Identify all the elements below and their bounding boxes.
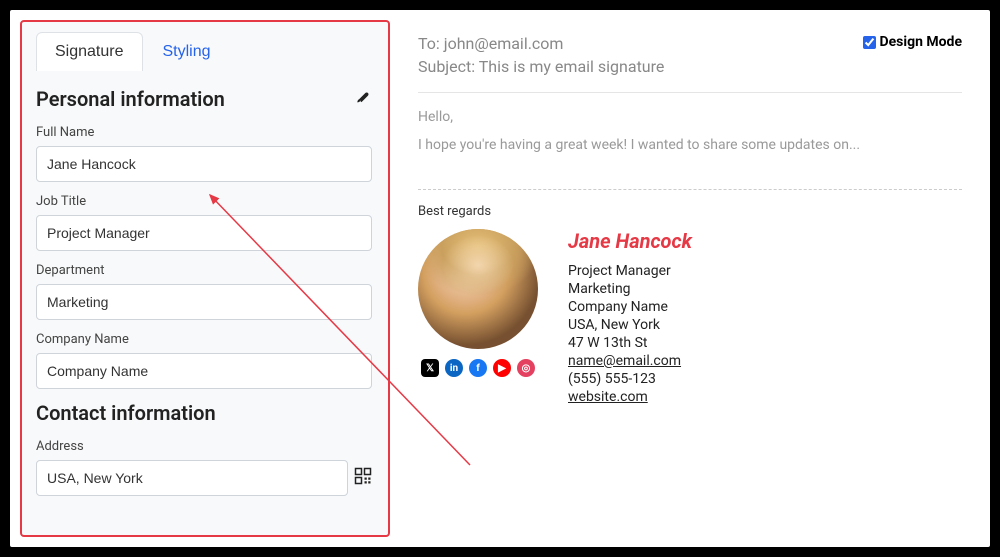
field-department: Department (36, 263, 372, 320)
preview-header: To: john@email.com Subject: This is my e… (418, 34, 962, 93)
sig-name: Jane Hancock (568, 229, 692, 253)
avatar (418, 229, 538, 349)
label-address: Address (36, 439, 372, 454)
design-mode-label: Design Mode (880, 34, 962, 50)
qr-icon[interactable] (354, 467, 372, 490)
app-frame: Signature Styling Personal information F… (10, 10, 990, 547)
section-title-contact: Contact information (36, 401, 216, 425)
preview-regards: Best regards (418, 204, 962, 219)
section-title-personal: Personal information (36, 87, 225, 111)
avatar-column: 𝕏 in f ▶ ◎ (418, 229, 538, 377)
sig-company: Company Name (568, 299, 692, 315)
editor-panel: Signature Styling Personal information F… (20, 20, 390, 537)
facebook-icon[interactable]: f (469, 359, 487, 377)
input-company[interactable] (36, 353, 372, 389)
signature-divider (418, 189, 962, 190)
sig-title: Project Manager (568, 263, 692, 279)
sig-street: 47 W 13th St (568, 335, 692, 351)
signature-details: Jane Hancock Project Manager Marketing C… (568, 229, 692, 407)
input-job-title[interactable] (36, 215, 372, 251)
input-department[interactable] (36, 284, 372, 320)
sig-website[interactable]: website.com (568, 389, 648, 405)
design-mode-checkbox[interactable] (863, 36, 876, 49)
label-department: Department (36, 263, 372, 278)
input-address[interactable] (36, 460, 348, 496)
sig-location: USA, New York (568, 317, 692, 333)
linkedin-icon[interactable]: in (445, 359, 463, 377)
field-company: Company Name (36, 332, 372, 389)
preview-subject: Subject: This is my email signature (418, 57, 962, 76)
label-job-title: Job Title (36, 194, 372, 209)
tab-signature[interactable]: Signature (36, 32, 143, 71)
form-scroll-area[interactable]: Personal information Full Name Job Title… (36, 79, 378, 524)
sig-phone: (555) 555-123 (568, 371, 692, 387)
sig-department: Marketing (568, 281, 692, 297)
input-full-name[interactable] (36, 146, 372, 182)
section-personal-header: Personal information (36, 87, 372, 111)
label-full-name: Full Name (36, 125, 372, 140)
preview-panel: To: john@email.com Subject: This is my e… (390, 10, 990, 547)
social-row: 𝕏 in f ▶ ◎ (421, 359, 535, 377)
field-job-title: Job Title (36, 194, 372, 251)
preview-greeting: Hello, (418, 109, 962, 125)
field-full-name: Full Name (36, 125, 372, 182)
tab-styling[interactable]: Styling (145, 32, 229, 71)
editor-tabs: Signature Styling (36, 32, 378, 71)
field-address: Address (36, 439, 372, 496)
design-mode-toggle[interactable]: Design Mode (863, 34, 962, 50)
sig-email[interactable]: name@email.com (568, 353, 681, 369)
label-company: Company Name (36, 332, 372, 347)
youtube-icon[interactable]: ▶ (493, 359, 511, 377)
x-icon[interactable]: 𝕏 (421, 359, 439, 377)
instagram-icon[interactable]: ◎ (517, 359, 535, 377)
brush-icon[interactable] (356, 89, 372, 110)
preview-body-text: I hope you're having a great week! I wan… (418, 137, 962, 153)
section-contact-header: Contact information (36, 401, 372, 425)
signature-card: 𝕏 in f ▶ ◎ Jane Hancock Project Manager … (418, 229, 962, 407)
preview-body: Hello, I hope you're having a great week… (418, 93, 962, 181)
